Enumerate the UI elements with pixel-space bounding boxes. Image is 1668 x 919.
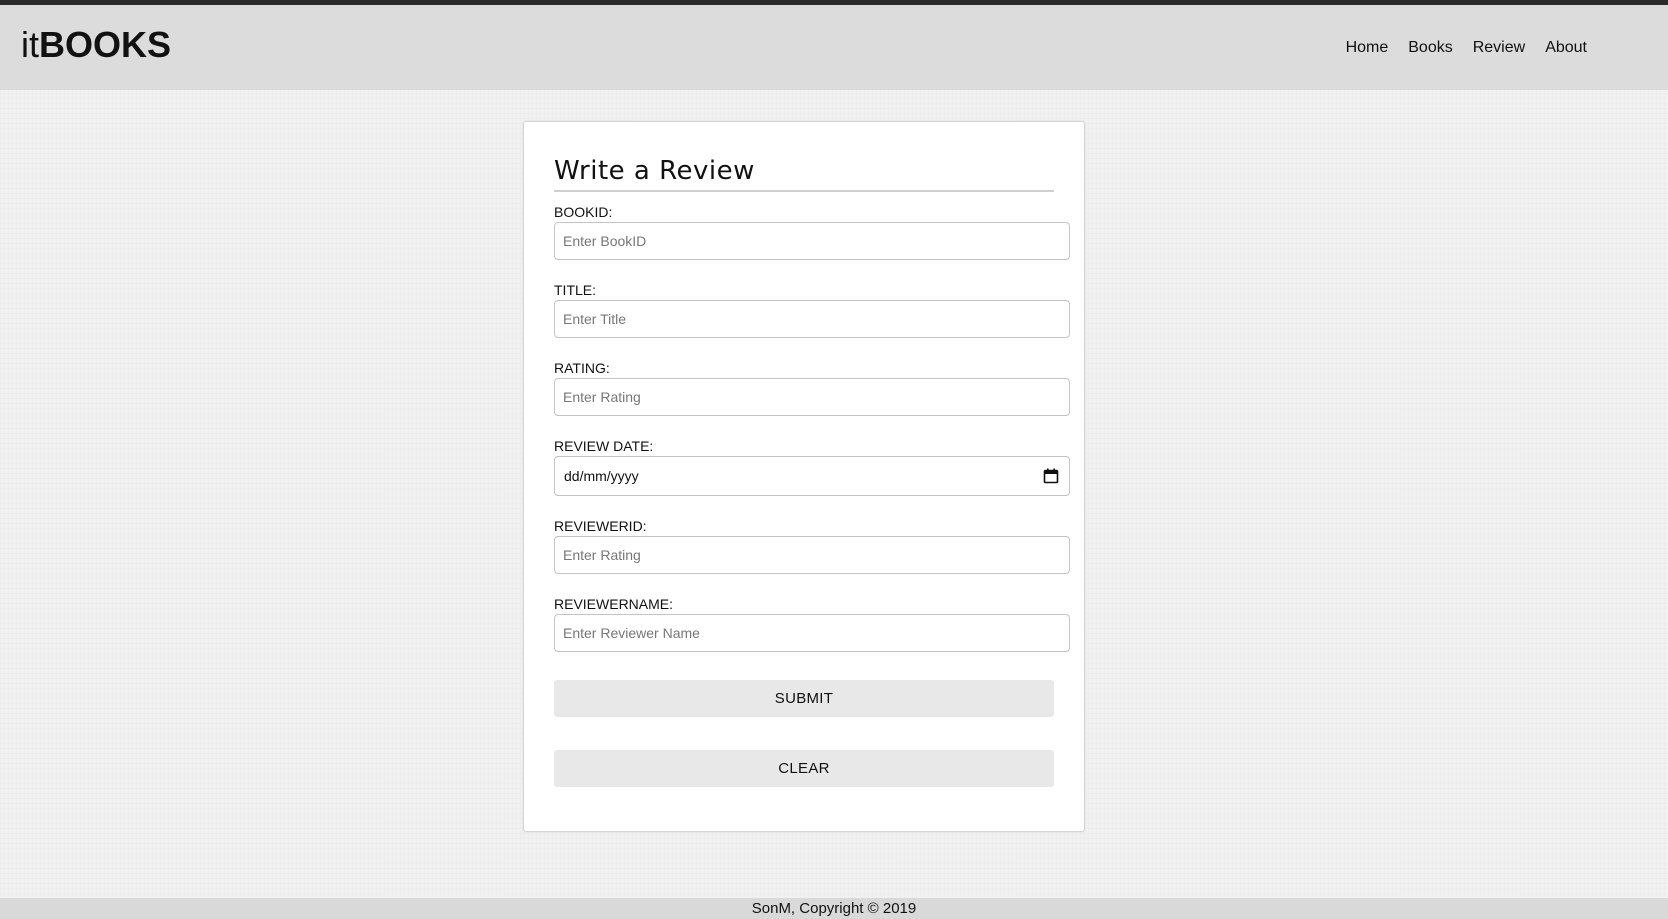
nav-books[interactable]: Books: [1408, 39, 1452, 57]
reviewername-label: REVIEWERNAME:: [554, 596, 674, 612]
nav-about[interactable]: About: [1545, 39, 1587, 57]
logo-prefix: it: [21, 24, 39, 65]
logo-main: BOOKS: [39, 24, 172, 65]
nav-home[interactable]: Home: [1346, 39, 1389, 57]
footer-copyright: SonM, Copyright © 2019: [751, 900, 917, 917]
nav-review[interactable]: Review: [1473, 39, 1525, 57]
rating-label: RATING:: [554, 360, 610, 376]
rating-input[interactable]: [554, 378, 1070, 416]
main-nav: Home Books Review About: [1326, 39, 1587, 57]
submit-button[interactable]: SUBMIT: [554, 680, 1054, 717]
bookid-input[interactable]: [554, 222, 1070, 260]
calendar-icon[interactable]: [1043, 468, 1059, 484]
review-date-input[interactable]: dd/mm/yyyy: [554, 456, 1070, 496]
review-form-card: Write a Review BOOKID: TITLE: RATING: RE…: [523, 121, 1085, 832]
reviewerid-label: REVIEWERID:: [554, 518, 647, 534]
bookid-label: BOOKID:: [554, 204, 613, 220]
title-label: TITLE:: [554, 282, 597, 298]
review-date-label: REVIEW DATE:: [554, 438, 654, 454]
site-header: itBOOKS Home Books Review About: [0, 5, 1668, 90]
clear-button[interactable]: CLEAR: [554, 750, 1054, 787]
reviewerid-input[interactable]: [554, 536, 1070, 574]
site-logo[interactable]: itBOOKS: [21, 27, 171, 63]
form-title: Write a Review: [554, 156, 1054, 192]
title-input[interactable]: [554, 300, 1070, 338]
review-date-value: dd/mm/yyyy: [564, 468, 639, 484]
site-footer: SonM, Copyright © 2019: [0, 898, 1668, 919]
reviewername-input[interactable]: [554, 614, 1070, 652]
